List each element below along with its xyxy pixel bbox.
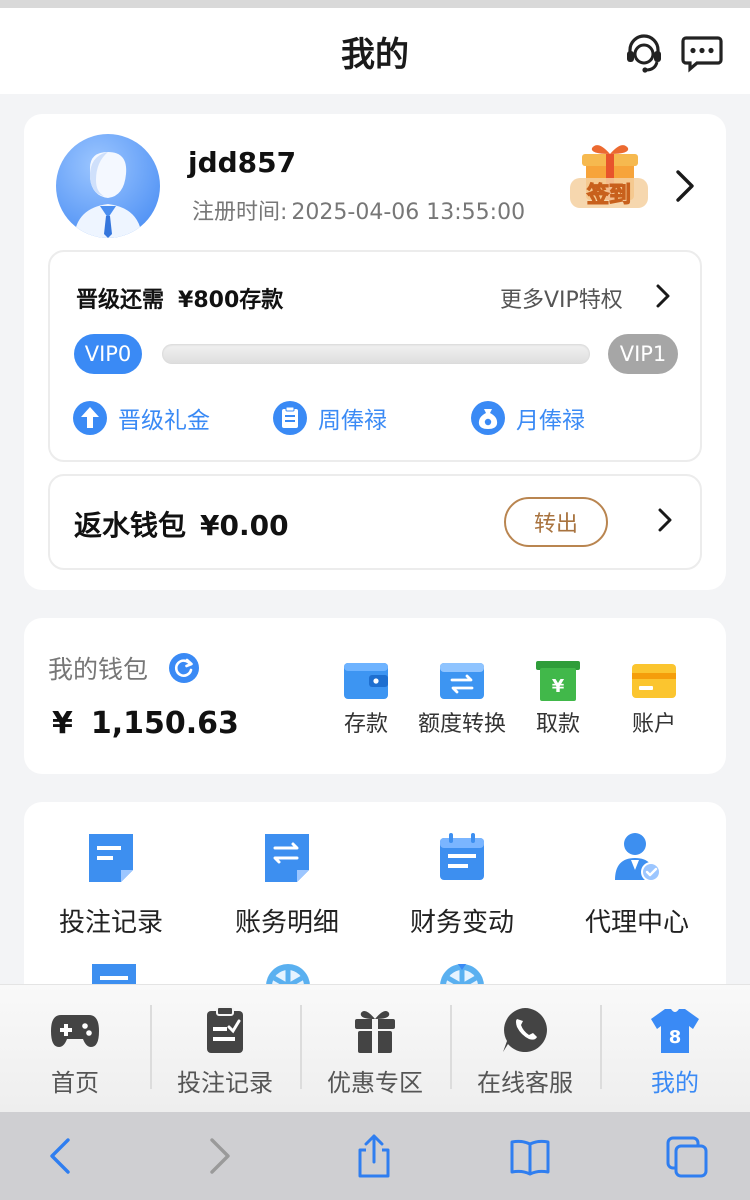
rebate-wallet-amount: ¥0.00: [200, 509, 289, 542]
tab-label: 在线客服: [477, 1069, 573, 1097]
customer-service-icon[interactable]: [622, 30, 666, 74]
perk-label: 月俸禄: [516, 408, 585, 434]
menu-item-label: 投注记录: [58, 908, 163, 938]
page-header: 我的: [0, 8, 750, 94]
menu-item-agent-center[interactable]: 代理中心: [552, 830, 722, 939]
avatar[interactable]: [56, 134, 160, 238]
money-bag-icon: [471, 401, 505, 435]
chevron-right-icon[interactable]: [654, 282, 672, 310]
perk-monthly-salary[interactable]: 月俸禄: [470, 400, 585, 436]
currency-symbol: ¥: [52, 706, 73, 741]
tab-bet-records[interactable]: 投注记录: [150, 985, 300, 1113]
share-icon[interactable]: [352, 1134, 396, 1178]
username: jdd857: [188, 146, 297, 179]
status-strip: [0, 0, 750, 8]
clipboard-check-icon: [207, 1006, 243, 1053]
bookmarks-icon[interactable]: [508, 1134, 552, 1178]
account-button[interactable]: 账户: [604, 660, 704, 738]
signin-gift-icon[interactable]: 签到: [564, 138, 654, 222]
chevron-right-icon[interactable]: [672, 166, 698, 206]
agent-user-icon: [615, 833, 661, 882]
perk-weekly-salary[interactable]: 周俸禄: [272, 400, 387, 436]
page-title: 我的: [341, 34, 409, 75]
registration-label: 注册时间:: [192, 200, 288, 225]
gamepad-icon: [51, 1015, 99, 1047]
transfer-out-button[interactable]: 转出: [504, 497, 608, 547]
tab-label: 优惠专区: [327, 1069, 423, 1097]
vip-progress-bar: [162, 344, 590, 364]
chevron-right-icon[interactable]: [656, 506, 674, 534]
card-icon: [632, 664, 676, 698]
tab-home[interactable]: 首页: [0, 985, 150, 1113]
vip-need-label: 晋级还需: [76, 288, 165, 313]
perk-label: 晋级礼金: [118, 408, 210, 434]
tab-promotions[interactable]: 优惠专区: [300, 985, 450, 1113]
ledger-icon: [265, 834, 309, 882]
browser-toolbar: [0, 1112, 750, 1200]
calendar-icon: [440, 833, 484, 880]
tab-online-support[interactable]: 在线客服: [450, 985, 600, 1113]
balance-value: 1,150.63: [90, 706, 239, 741]
registration-time: 注册时间: 2025-04-06 13:55:00: [188, 194, 525, 226]
forward-arrow-icon[interactable]: [196, 1134, 240, 1178]
bottom-tab-bar: 首页 投注记录 优惠专区 在线客服 8 我的: [0, 984, 750, 1112]
back-arrow-icon[interactable]: [40, 1134, 84, 1178]
profile-card: jdd857 注册时间: 2025-04-06 13:55:00 签到 晋级还需 ¥…: [24, 114, 726, 590]
phone-chat-icon: [503, 1008, 547, 1052]
rebate-wallet: 返水钱包 ¥0.00: [74, 504, 289, 544]
wallet-icon: [344, 663, 388, 699]
wallet-title: 我的钱包: [48, 655, 149, 684]
tabs-icon[interactable]: [664, 1134, 708, 1178]
clipboard-icon: [273, 401, 307, 435]
rebate-wallet-label: 返水钱包: [74, 509, 187, 542]
user-avatar-icon: [74, 152, 142, 238]
vip-need-amount: ¥800存款: [178, 288, 284, 313]
upgrade-arrow-icon: [73, 401, 107, 435]
deposit-button[interactable]: 存款: [316, 660, 416, 738]
rebate-wallet-panel[interactable]: 返水钱包 ¥0.00 转出: [48, 474, 702, 570]
wallet-action-label: 存款: [343, 712, 388, 737]
tab-profile[interactable]: 8 我的: [600, 985, 750, 1113]
refresh-icon[interactable]: [168, 652, 200, 684]
tab-label: 我的: [651, 1069, 699, 1097]
current-vip-badge: VIP0: [74, 334, 142, 374]
transfer-quota-button[interactable]: 额度转换: [412, 660, 512, 738]
gift-icon: [355, 1011, 395, 1053]
menu-item-financial-changes[interactable]: 财务变动: [377, 830, 547, 939]
wallet-action-label: 账户: [631, 712, 676, 737]
svg-text:8: 8: [669, 1027, 682, 1048]
document-icon: [89, 834, 133, 882]
vip-upgrade-requirement: 晋级还需 ¥800存款: [76, 282, 283, 314]
perk-upgrade-bonus[interactable]: 晋级礼金: [72, 400, 210, 436]
perk-label: 周俸禄: [318, 408, 387, 434]
menu-item-account-details[interactable]: 账务明细: [202, 830, 372, 939]
exchange-icon: [440, 663, 484, 699]
svg-text:¥: ¥: [552, 676, 565, 697]
wallet-action-label: 取款: [535, 712, 580, 737]
registration-value: 2025-04-06 13:55:00: [291, 200, 526, 225]
menu-item-label: 账务明细: [234, 908, 339, 938]
withdraw-button[interactable]: ¥ 取款: [508, 660, 608, 738]
vip-progress-panel: 晋级还需 ¥800存款 更多VIP特权 VIP0 VIP1 晋级礼金 周俸禄 月…: [48, 250, 702, 462]
tab-label: 首页: [51, 1069, 99, 1097]
message-icon[interactable]: [680, 30, 724, 74]
menu-item-label: 代理中心: [584, 908, 689, 938]
tab-label: 投注记录: [177, 1069, 273, 1097]
wallet-action-label: 额度转换: [417, 712, 506, 737]
wallet-balance: ¥1,150.63: [52, 706, 239, 741]
more-vip-privileges-link[interactable]: 更多VIP特权: [500, 282, 623, 314]
wallet-card: 我的钱包 ¥1,150.63 存款 额度转换 ¥ 取款 账户: [24, 618, 726, 774]
signin-label: 签到: [586, 182, 631, 208]
next-vip-badge: VIP1: [608, 334, 678, 374]
menu-item-bet-records[interactable]: 投注记录: [26, 830, 196, 939]
cash-withdraw-icon: ¥: [536, 661, 580, 701]
menu-item-label: 财务变动: [409, 908, 514, 938]
jersey-icon: 8: [651, 1009, 699, 1053]
